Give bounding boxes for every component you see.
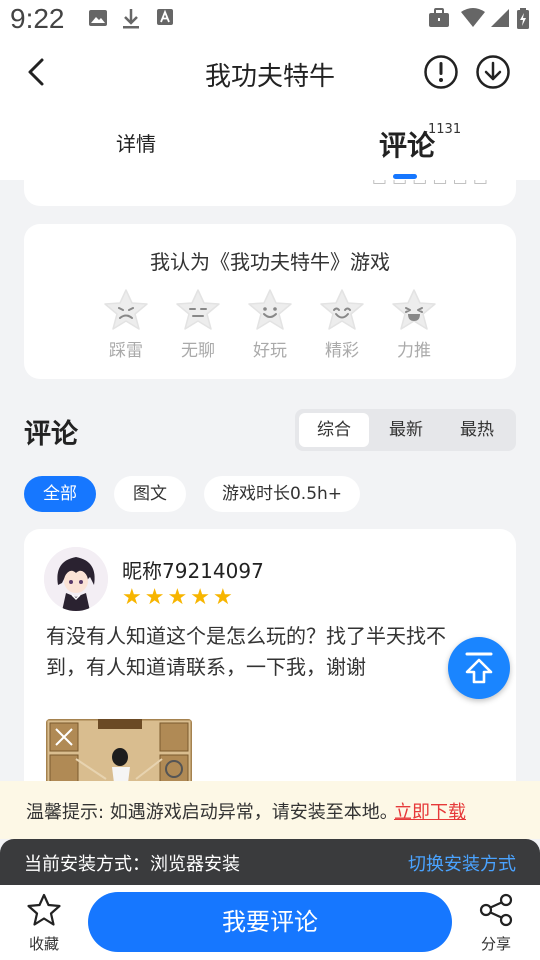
write-comment-button[interactable]: 我要评论 [88, 892, 452, 952]
happy-star-icon [320, 289, 364, 330]
sad-star-icon [104, 289, 148, 330]
rating-label: 好玩 [253, 341, 287, 361]
star-icon: ★ [144, 585, 165, 610]
star-outline-icon [27, 893, 61, 926]
install-method-bar: 当前安装方式：浏览器安装 切换安装方式 [0, 839, 540, 885]
download-icon[interactable] [475, 54, 511, 90]
report-icon[interactable] [423, 54, 459, 90]
sort-segmented-control: 综合 最新 最热 [295, 409, 516, 451]
gallery-icon [88, 8, 108, 32]
tab-details[interactable]: 详情 [116, 128, 156, 157]
status-time: 9:22 [10, 3, 65, 34]
sort-comprehensive[interactable]: 综合 [299, 413, 369, 447]
comments-section-title: 评论 [24, 419, 78, 450]
download-now-link[interactable]: 立即下载 [394, 798, 466, 824]
excited-star-icon [392, 289, 436, 330]
filter-playtime[interactable]: 游戏时长0.5h+ [204, 476, 360, 512]
rating-option-boring[interactable]: 无聊 [168, 288, 228, 361]
star-icon: ★ [212, 585, 233, 610]
tab-indicator [393, 174, 417, 179]
notice-text: 温馨提示: 如遇游戏启动异常，请安装至本地。 [26, 802, 398, 823]
avatar[interactable] [44, 547, 108, 611]
battery-icon [516, 8, 530, 34]
rating-option-fun[interactable]: 好玩 [240, 288, 300, 361]
wifi-icon [460, 8, 486, 32]
status-bar: 9:22 [0, 0, 540, 36]
tab-comments[interactable]: 评论 [379, 124, 435, 164]
notice-banner: 温馨提示: 如遇游戏启动异常，请安装至本地。 立即下载 [0, 781, 540, 839]
signal-icon [490, 8, 510, 32]
sort-newest[interactable]: 最新 [371, 413, 441, 447]
filter-all[interactable]: 全部 [24, 476, 96, 512]
comment-count-badge: 1131 [428, 122, 462, 137]
download-status-icon [121, 8, 141, 34]
arrow-up-icon [465, 652, 493, 684]
previous-card: ▭ ▭ ▭ ▭ ▭ ▭ [24, 180, 516, 206]
tab-bar: 详情 评论 1131 [0, 108, 540, 180]
filter-image-text[interactable]: 图文 [114, 476, 186, 512]
rating-label: 精彩 [325, 341, 359, 361]
bottom-action-bar: 收藏 我要评论 分享 [0, 885, 540, 960]
rating-label: 踩雷 [109, 341, 143, 361]
app-header: 我功夫特牛 [0, 36, 540, 108]
share-label: 分享 [480, 935, 511, 953]
star-icon: ★ [122, 585, 142, 610]
bored-star-icon [176, 289, 220, 330]
comment-nickname[interactable]: 昵称79214097 [122, 555, 264, 584]
rating-card: 我认为《我功夫特牛》游戏 踩雷 无聊 好玩 精彩 力推 [24, 224, 516, 379]
rating-label: 力推 [397, 341, 431, 361]
switch-install-method-link[interactable]: 切换安装方式 [408, 850, 516, 876]
favorite-label: 收藏 [28, 935, 59, 953]
briefcase-icon [428, 8, 450, 32]
share-button[interactable]: 分享 [472, 893, 520, 954]
scroll-to-top-button[interactable] [448, 637, 510, 699]
rating-option-terrible[interactable]: 踩雷 [96, 288, 156, 361]
rating-prompt: 我认为《我功夫特牛》游戏 [150, 250, 390, 274]
sort-hottest[interactable]: 最热 [442, 413, 512, 447]
favorite-button[interactable]: 收藏 [20, 893, 68, 954]
rating-option-great[interactable]: 精彩 [312, 288, 372, 361]
rating-label: 无聊 [181, 341, 215, 361]
font-icon [156, 8, 174, 30]
share-icon [479, 893, 513, 927]
comment-text: 有没有人知道这个是怎么玩的？找了半天找不到，有人知道请联系，一下我，谢谢 [46, 624, 446, 679]
comment-star-rating: ★ ★ ★ ★ ★ [122, 587, 236, 609]
star-icon: ★ [167, 585, 188, 610]
page-title: 我功夫特牛 [204, 62, 335, 92]
cut-off-text: ▭ ▭ ▭ ▭ ▭ ▭ [372, 180, 488, 189]
rating-option-recommend[interactable]: 力推 [384, 288, 444, 361]
smile-star-icon [248, 289, 292, 330]
install-method-text: 当前安装方式：浏览器安装 [24, 854, 240, 875]
star-icon: ★ [190, 585, 210, 610]
